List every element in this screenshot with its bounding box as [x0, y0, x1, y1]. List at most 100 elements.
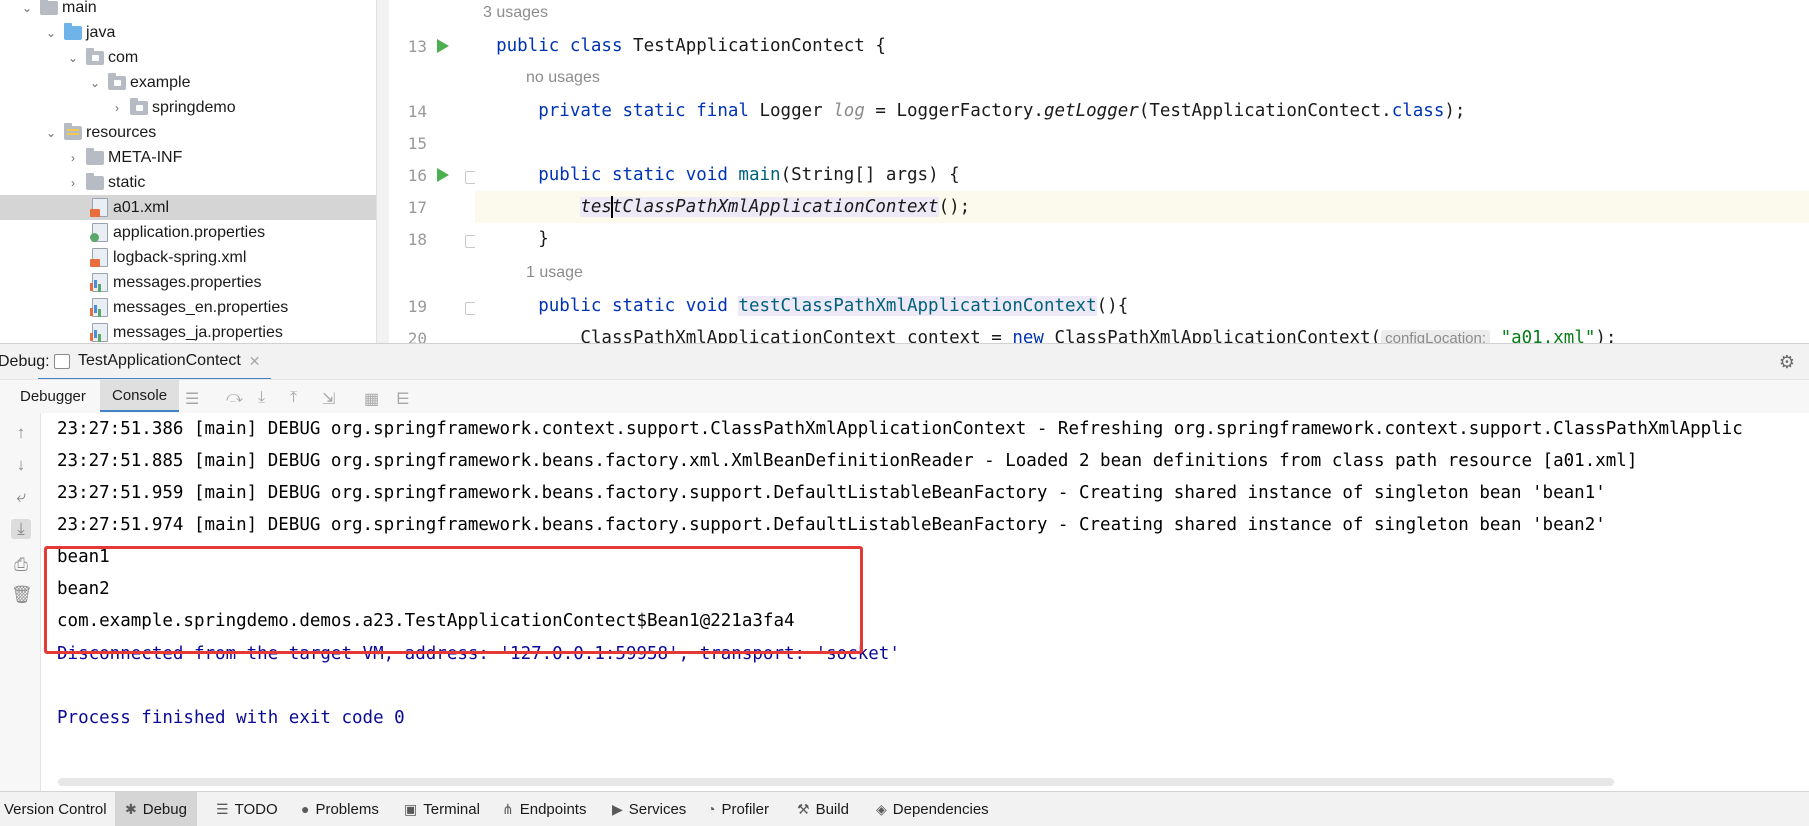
step-over-icon[interactable]: ⤼ — [226, 389, 243, 407]
trash-icon[interactable]: 🗑 — [11, 585, 33, 605]
tool-debug[interactable]: ✱ Debug — [115, 792, 197, 826]
tree-item-java[interactable]: ⌄ java — [0, 20, 378, 45]
code-line-18[interactable]: } — [475, 223, 1809, 255]
code-editor[interactable]: 3 usages public class TestApplicationCon… — [475, 0, 1809, 343]
close-icon[interactable]: ✕ — [249, 353, 261, 370]
bug-icon: ✱ — [125, 800, 137, 817]
gutter-line-17: 17 — [407, 198, 427, 217]
source-folder-icon — [64, 22, 82, 40]
tree-item-application-properties[interactable]: application.properties — [0, 220, 378, 245]
chevron-down-icon[interactable]: ⌄ — [20, 1, 34, 15]
chevron-down-icon[interactable]: ⌄ — [66, 51, 80, 65]
resources-folder-icon — [64, 122, 82, 140]
scroll-up-icon[interactable]: ↑ — [11, 423, 31, 443]
code-line-16[interactable]: public static void main(String[] args) { — [475, 159, 1809, 191]
chevron-right-icon[interactable]: › — [66, 151, 80, 165]
tree-item-messages-ja-properties[interactable]: messages_ja.properties — [0, 320, 378, 343]
tool-problems[interactable]: ● Problems — [301, 792, 379, 826]
tool-version-control[interactable]: Version Control — [4, 792, 107, 826]
tab-debugger[interactable]: Debugger — [8, 380, 98, 412]
tree-item-messages-properties[interactable]: messages.properties — [0, 270, 378, 295]
scroll-down-icon[interactable]: ↓ — [11, 455, 31, 475]
bottom-tool-window-bar: Version Control ✱ Debug ☰ TODO ● Problems ▣… — [0, 791, 1809, 826]
horizontal-scrollbar[interactable] — [58, 778, 1614, 786]
gutter-line-18: 18 — [389, 223, 478, 255]
tree-item-logback-spring-xml[interactable]: logback-spring.xml — [0, 245, 378, 270]
console-line: 23:27:51.959 [main] DEBUG org.springfram… — [57, 483, 1606, 503]
step-out-icon[interactable]: ⤒ — [290, 389, 297, 407]
method-call: testClassPathXmlApplicationContext — [580, 196, 939, 218]
tool-dependencies[interactable]: ◈ Dependencies — [876, 792, 989, 826]
chevron-right-icon[interactable]: › — [66, 176, 80, 190]
code-line-15[interactable] — [475, 127, 1809, 159]
package-icon — [86, 47, 104, 65]
tool-build[interactable]: ⚒ Build — [797, 792, 849, 826]
console-line: Process finished with exit code 0 — [57, 708, 405, 728]
soft-wrap-icon[interactable]: ⤶ — [11, 487, 31, 507]
tree-item-static[interactable]: › static — [0, 170, 378, 195]
tree-item-example[interactable]: ⌄ example — [0, 70, 378, 95]
console-line: 23:27:51.885 [main] DEBUG org.springfram… — [57, 451, 1638, 471]
tool-services[interactable]: ▶ Services — [612, 792, 686, 826]
run-icon[interactable] — [437, 168, 449, 182]
tool-profiler[interactable]: ◔ Profiler — [707, 792, 769, 826]
tree-item-meta-inf[interactable]: › META-INF — [0, 145, 378, 170]
run-to-cursor-icon[interactable]: ⇲ — [322, 389, 335, 409]
evaluate-icon[interactable]: ▦ — [364, 389, 379, 409]
tree-item-resources[interactable]: ⌄ resources — [0, 120, 378, 145]
resource-bundle-icon — [90, 273, 108, 292]
annotation-highlight-box — [44, 546, 863, 654]
problems-icon: ● — [301, 801, 310, 817]
chevron-down-icon[interactable]: ⌄ — [44, 126, 58, 140]
gutter-line-14: 14 — [407, 102, 427, 121]
code-line-17[interactable]: testClassPathXmlApplicationContext(); — [475, 191, 1809, 223]
tool-endpoints[interactable]: ⋔ Endpoints — [502, 792, 586, 826]
parameter-hint: configLocation: — [1381, 330, 1491, 343]
package-icon — [108, 72, 126, 90]
code-line-20[interactable]: ClassPathXmlApplicationContext context =… — [475, 322, 1809, 343]
package-icon — [130, 97, 148, 115]
tree-item-com[interactable]: ⌄ com — [0, 45, 378, 70]
code-line-13[interactable]: public class TestApplicationContect { — [475, 30, 1809, 62]
tree-item-springdemo[interactable]: › springdemo — [0, 95, 378, 120]
tool-todo[interactable]: ☰ TODO — [216, 792, 278, 826]
trace-icon[interactable]: ⋿ — [396, 389, 410, 409]
tool-terminal[interactable]: ▣ Terminal — [404, 792, 480, 826]
splitter[interactable] — [376, 0, 389, 343]
endpoints-icon: ⋔ — [502, 800, 514, 817]
step-into-icon[interactable]: ⤓ — [258, 389, 265, 407]
code-line-14[interactable]: private static final Logger log = Logger… — [475, 95, 1809, 127]
usages-hint[interactable]: 3 usages — [483, 4, 548, 22]
chevron-right-icon[interactable]: › — [110, 101, 124, 115]
run-config-tab[interactable]: TestApplicationContect ✕ — [38, 344, 271, 381]
project-tool-window: ⌄ main ⌄ java ⌄ com ⌄ example › springdemo ⌄ r… — [0, 0, 378, 343]
usages-hint[interactable]: no usages — [526, 69, 600, 87]
chevron-down-icon[interactable]: ⌄ — [44, 26, 58, 40]
run-config-icon — [54, 353, 70, 369]
print-icon[interactable]: ⎙ — [11, 555, 31, 575]
resource-bundle-icon — [90, 298, 108, 317]
tree-item-main[interactable]: ⌄ main — [0, 0, 378, 20]
tree-item-a01-xml[interactable]: a01.xml — [0, 195, 378, 220]
xml-file-icon — [90, 248, 108, 267]
run-icon[interactable] — [437, 39, 449, 53]
console-line: 23:27:51.974 [main] DEBUG org.springfram… — [57, 515, 1606, 535]
editor-gutter: 13 14 15 16 17 18 19 20 — [389, 0, 478, 348]
layout-icon[interactable]: ☰ — [185, 389, 199, 409]
gutter-line-19: 19 — [389, 290, 478, 322]
console-side-toolbar: ↑ ↓ ⤶ ⤓ ⎙ 🗑 — [0, 413, 41, 791]
chevron-down-icon[interactable]: ⌄ — [88, 76, 102, 90]
tree-item-messages-en-properties[interactable]: messages_en.properties — [0, 295, 378, 320]
list-icon: ☰ — [216, 800, 229, 817]
console-line: 23:27:51.386 [main] DEBUG org.springfram… — [57, 419, 1743, 439]
tab-console[interactable]: Console — [100, 380, 180, 412]
code-line-19[interactable]: public static void testClassPathXmlAppli… — [475, 290, 1809, 322]
gear-icon[interactable]: ⚙ — [1779, 352, 1795, 373]
gutter-line-15: 15 — [407, 134, 427, 153]
gutter-line-13: 13 — [389, 30, 475, 62]
xml-file-icon — [90, 198, 108, 217]
hammer-icon: ⚒ — [797, 800, 810, 817]
folder-icon — [86, 147, 104, 165]
scroll-to-end-icon[interactable]: ⤓ — [11, 519, 31, 539]
usages-hint[interactable]: 1 usage — [526, 264, 583, 282]
